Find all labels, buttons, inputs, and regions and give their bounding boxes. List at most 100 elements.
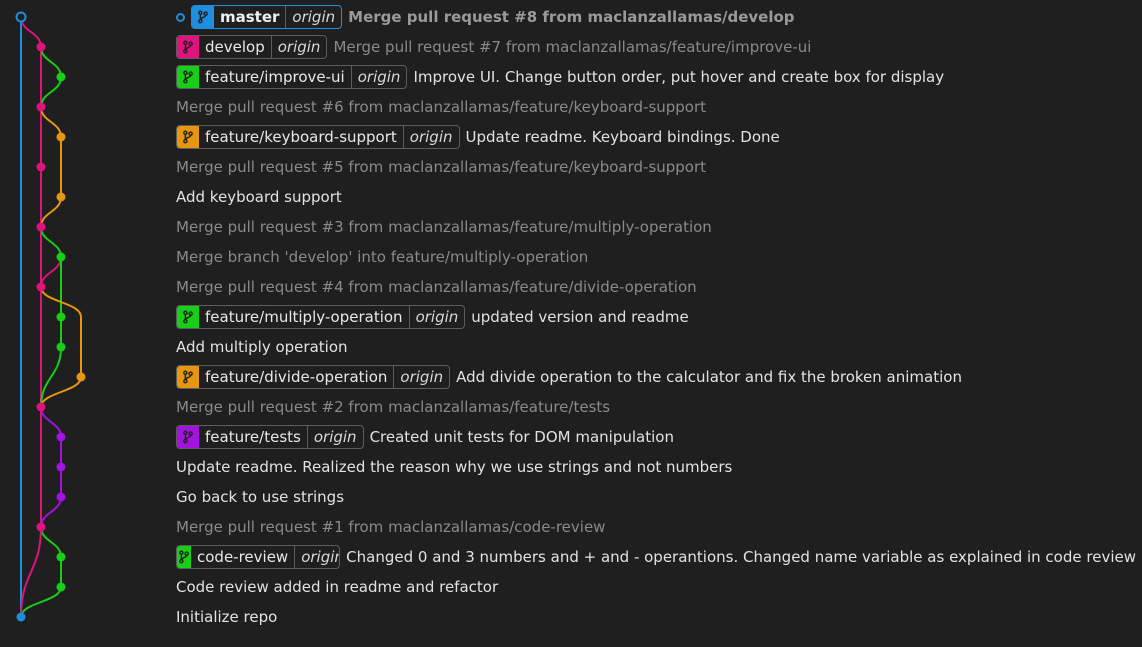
commit-dot[interactable] — [56, 342, 66, 352]
commit-row[interactable]: Initialize repo — [176, 602, 1136, 632]
commit-dot[interactable] — [56, 432, 66, 442]
commit-dot[interactable] — [76, 372, 86, 382]
git-branch-icon — [177, 546, 191, 568]
branch-remote: origin — [400, 368, 444, 386]
git-branch-icon — [177, 366, 199, 388]
commit-dot[interactable] — [56, 312, 66, 322]
git-branch-icon — [177, 306, 199, 328]
git-branch-icon — [192, 6, 214, 28]
commit-row[interactable]: Add multiply operation — [176, 332, 1136, 362]
branch-curve — [40, 46, 62, 78]
branch-curve — [40, 496, 62, 528]
commit-message: Add multiply operation — [176, 338, 348, 356]
commit-row[interactable]: feature/keyboard-support origin Update rea… — [176, 122, 1136, 152]
branch-name: feature/multiply-operation — [199, 306, 410, 328]
commit-row[interactable]: Merge branch 'develop' into feature/mult… — [176, 242, 1136, 272]
commit-dot[interactable] — [56, 552, 66, 562]
commit-row[interactable]: Code review added in readme and refactor — [176, 572, 1136, 602]
branch-curve — [40, 256, 62, 288]
commit-dot[interactable] — [36, 102, 46, 112]
commit-row[interactable]: Go back to use strings — [176, 482, 1136, 512]
branch-curve — [20, 586, 62, 618]
branch-curve — [40, 196, 62, 228]
commit-row[interactable]: Merge pull request #2 from maclanzallama… — [176, 392, 1136, 422]
branch-name: feature/divide-operation — [199, 366, 395, 388]
commit-message: Merge pull request #6 from maclanzallama… — [176, 98, 707, 116]
commit-row[interactable]: Merge pull request #6 from maclanzallama… — [176, 92, 1136, 122]
branch-name: feature/improve-ui — [199, 66, 352, 88]
branch-remote: origin — [292, 8, 336, 26]
git-branch-icon — [177, 66, 199, 88]
commit-message: Merge pull request #1 from maclanzallama… — [176, 518, 606, 536]
commit-dot[interactable] — [36, 522, 46, 532]
branch-curve — [40, 526, 62, 558]
branch-badge[interactable]: feature/improve-ui origin — [176, 65, 408, 89]
commit-dot[interactable] — [56, 192, 66, 202]
commit-row[interactable]: feature/improve-ui origin Improve UI. Chan… — [176, 62, 1136, 92]
commit-message: Merge pull request #8 from maclanzallama… — [348, 8, 795, 26]
commit-row[interactable]: feature/multiply-operation origin updated … — [176, 302, 1136, 332]
commit-row[interactable]: Merge pull request #5 from maclanzallama… — [176, 152, 1136, 182]
commit-row[interactable]: feature/divide-operation origin Add divide… — [176, 362, 1136, 392]
commit-message: Code review added in readme and refactor — [176, 578, 499, 596]
commit-message: Add keyboard support — [176, 188, 342, 206]
branch-badge[interactable]: master origin — [191, 5, 343, 29]
commit-dot[interactable] — [36, 162, 46, 172]
git-branch-icon — [177, 126, 199, 148]
commit-dot[interactable] — [56, 582, 66, 592]
commit-dot[interactable] — [36, 402, 46, 412]
commit-dot[interactable] — [36, 282, 46, 292]
commit-message: Merge pull request #5 from maclanzallama… — [176, 158, 707, 176]
commit-message: Merge pull request #4 from maclanzallama… — [176, 278, 697, 296]
commit-message: Add divide operation to the calculator a… — [456, 368, 962, 386]
branch-remote: origin — [313, 428, 357, 446]
branch-name: feature/keyboard-support — [199, 126, 404, 148]
branch-badge[interactable]: feature/divide-operation origin — [176, 365, 451, 389]
commit-row[interactable]: master origin Merge pull request #8 from m… — [174, 2, 1136, 32]
branch-badge[interactable]: develop origin — [176, 35, 328, 59]
commit-row[interactable]: Merge pull request #3 from maclanzallama… — [176, 212, 1136, 242]
commit-row[interactable]: Add keyboard support — [176, 182, 1136, 212]
commit-dot[interactable] — [56, 72, 66, 82]
commit-dot[interactable] — [16, 612, 26, 622]
commit-dot[interactable] — [36, 42, 46, 52]
commit-message: Merge pull request #2 from maclanzallama… — [176, 398, 611, 416]
branch-curve — [40, 406, 62, 438]
commit-row[interactable]: code-review origin Changed 0 and 3 numbers… — [176, 542, 1136, 572]
head-commit-icon — [176, 12, 185, 22]
commit-message: Merge pull request #3 from maclanzallama… — [176, 218, 712, 236]
commit-message: updated version and readme — [471, 308, 689, 326]
commit-row[interactable]: feature/tests origin Created unit tests fo… — [176, 422, 1136, 452]
commit-row[interactable]: Merge pull request #1 from maclanzallama… — [176, 512, 1136, 542]
commit-message: Merge pull request #7 from maclanzallama… — [333, 38, 812, 56]
branch-remote: origin — [357, 68, 401, 86]
commit-dot[interactable] — [36, 222, 46, 232]
branch-name: develop — [199, 36, 272, 58]
branch-badge[interactable]: feature/multiply-operation origin — [176, 305, 466, 329]
commit-message: Improve UI. Change button order, put hov… — [413, 68, 945, 86]
commit-row[interactable]: Merge pull request #4 from maclanzallama… — [176, 272, 1136, 302]
commit-message: Created unit tests for DOM manipulation — [369, 428, 674, 446]
commit-dot[interactable] — [56, 462, 66, 472]
branch-remote: origin — [415, 308, 459, 326]
commit-dot[interactable] — [15, 11, 27, 23]
branch-badge[interactable]: code-review origin — [176, 545, 341, 569]
commit-dot[interactable] — [56, 132, 66, 142]
commit-message: Merge branch 'develop' into feature/mult… — [176, 248, 589, 266]
branch-curve — [40, 106, 62, 138]
commit-row[interactable]: Update readme. Realized the reason why w… — [176, 452, 1136, 482]
branch-badge[interactable]: feature/tests origin — [176, 425, 364, 449]
branch-name: master — [214, 6, 287, 28]
commit-row[interactable]: develop origin Merge pull request #7 from … — [176, 32, 1136, 62]
branch-curve — [40, 76, 62, 108]
commit-dot[interactable] — [56, 492, 66, 502]
commit-message: Initialize repo — [176, 608, 278, 626]
commit-dot[interactable] — [56, 252, 66, 262]
git-branch-icon — [177, 36, 199, 58]
commit-message: Update readme. Realized the reason why w… — [176, 458, 733, 476]
git-branch-icon — [177, 426, 199, 448]
branch-name: code-review — [191, 546, 296, 568]
branch-badge[interactable]: feature/keyboard-support origin — [176, 125, 460, 149]
branch-curve — [40, 226, 62, 258]
branch-remote: origin — [277, 38, 321, 56]
